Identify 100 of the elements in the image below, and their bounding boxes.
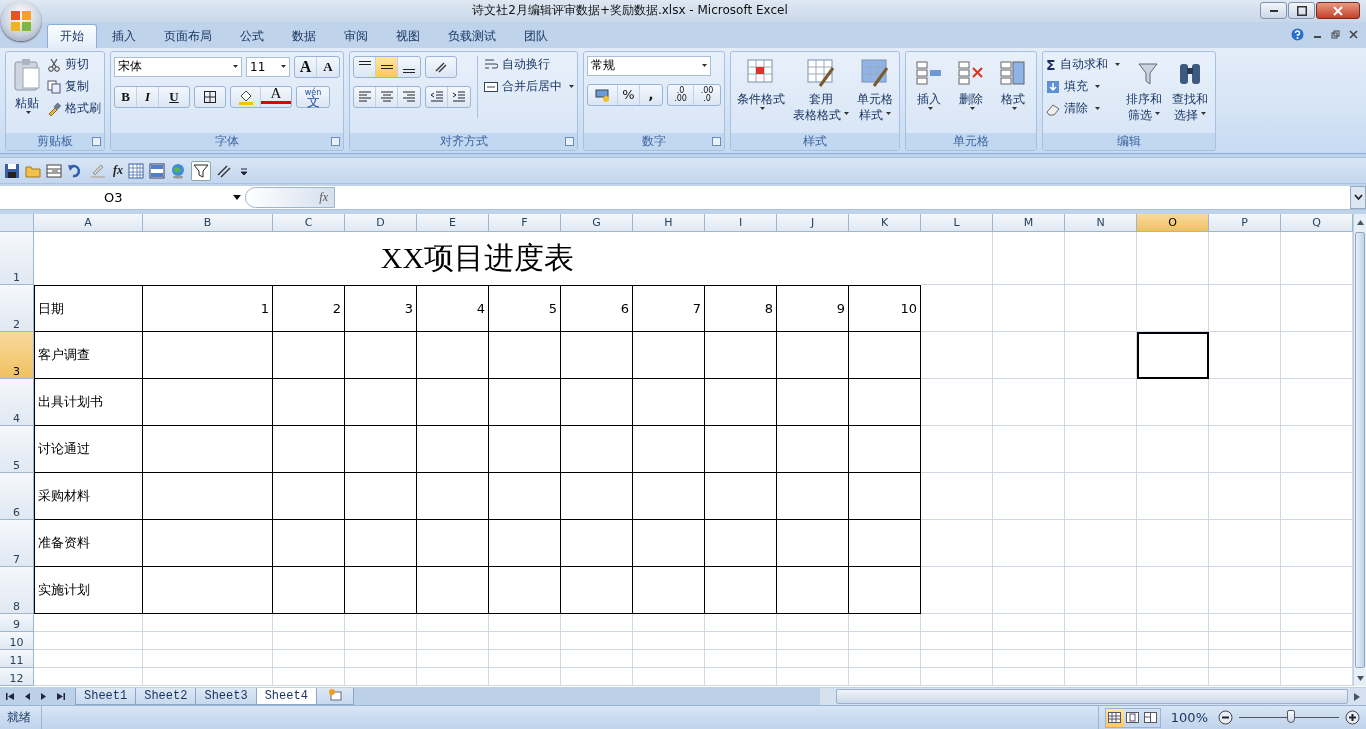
column-header[interactable]: G	[561, 214, 633, 233]
close-button[interactable]	[1316, 2, 1360, 20]
scroll-right-icon[interactable]	[1354, 692, 1360, 701]
customize-icon[interactable]	[239, 165, 249, 176]
row-header[interactable]: 5	[0, 426, 34, 474]
copy-button[interactable]: 复制	[47, 77, 101, 96]
column-header[interactable]: K	[849, 214, 921, 233]
name-box[interactable]: O3	[0, 186, 245, 210]
row-header[interactable]: 7	[0, 520, 34, 568]
paste-button[interactable]: 粘贴	[9, 55, 45, 119]
ribbon-tab[interactable]: 页面布局	[151, 23, 225, 48]
zoom-out-icon[interactable]	[1218, 710, 1233, 725]
insert-function-button[interactable]: fx	[245, 187, 335, 209]
row-header[interactable]: 2	[0, 285, 34, 333]
first-sheet-icon[interactable]	[6, 691, 15, 701]
font-name-field[interactable]: 宋体	[114, 56, 242, 77]
row-header[interactable]: 3	[0, 332, 34, 380]
sort-filter-button[interactable]: 排序和 筛选	[1121, 55, 1166, 125]
zoom-slider-thumb[interactable]	[1287, 710, 1295, 723]
font-size-field[interactable]: 11	[246, 56, 290, 77]
zoom-level[interactable]: 100%	[1170, 710, 1208, 725]
office-button[interactable]	[1, 1, 41, 41]
vertical-scrollbar[interactable]	[1353, 214, 1366, 687]
column-header[interactable]: M	[993, 214, 1065, 233]
save-icon[interactable]	[4, 162, 20, 179]
close-icon[interactable]	[1349, 30, 1358, 40]
insert-sheet-button[interactable]	[315, 688, 354, 705]
underline-button[interactable]: U	[159, 86, 189, 107]
grow-font-button[interactable]: A	[295, 56, 317, 77]
column-header[interactable]: O	[1137, 214, 1209, 233]
filter-icon[interactable]	[191, 160, 211, 181]
dialog-launcher-icon[interactable]	[331, 136, 340, 146]
number-format-field[interactable]: 常规	[587, 55, 711, 76]
fill-button[interactable]: 填充	[1046, 77, 1120, 96]
minimize-button[interactable]	[1260, 2, 1287, 20]
row-header[interactable]: 1	[0, 232, 34, 286]
comma-button[interactable]: ,	[640, 84, 662, 105]
next-sheet-icon[interactable]	[40, 691, 47, 701]
cell-button[interactable]: 删除	[951, 55, 991, 115]
dialog-launcher-icon[interactable]	[712, 136, 721, 146]
borders-button[interactable]	[194, 85, 226, 108]
autosum-button[interactable]: Σ 自动求和	[1046, 55, 1120, 74]
row-header[interactable]: 11	[0, 650, 34, 669]
expand-formula-button[interactable]	[1350, 186, 1366, 210]
row-header[interactable]: 12	[0, 668, 34, 687]
sheet-tab[interactable]: Sheet4	[255, 688, 317, 705]
vertical-align-button[interactable]	[376, 56, 398, 77]
column-header[interactable]: J	[777, 214, 849, 233]
row-header[interactable]: 10	[0, 632, 34, 651]
globe-icon[interactable]	[170, 162, 186, 179]
ribbon-tab[interactable]: 团队	[511, 23, 561, 48]
row-header[interactable]: 9	[0, 614, 34, 633]
ribbon-tab[interactable]: 负载测试	[435, 23, 509, 48]
column-header[interactable]: F	[489, 214, 561, 233]
column-header[interactable]: N	[1065, 214, 1137, 233]
ribbon-tab[interactable]: 视图	[383, 23, 433, 48]
ribbon-tab[interactable]: 数据	[279, 23, 329, 48]
cell-button[interactable]: 格式	[993, 55, 1033, 115]
ribbon-tab[interactable]: 插入	[99, 23, 149, 48]
zoom-in-icon[interactable]	[1345, 710, 1360, 725]
insert-function-button[interactable]: fx	[113, 163, 123, 179]
column-header[interactable]: B	[143, 214, 273, 233]
dialog-launcher-icon[interactable]	[565, 136, 574, 146]
column-header[interactable]: P	[1209, 214, 1281, 233]
shrink-font-button[interactable]: A	[317, 56, 339, 77]
orientation-button[interactable]	[425, 55, 457, 78]
column-header[interactable]: E	[417, 214, 489, 233]
horizontal-scrollbar[interactable]	[820, 688, 1366, 705]
column-header[interactable]: L	[921, 214, 993, 233]
ribbon-tab[interactable]: 审阅	[331, 23, 381, 48]
font-color-button[interactable]: A	[261, 86, 291, 104]
column-header[interactable]: Q	[1281, 214, 1353, 233]
style-button[interactable]: 单元格 样式	[854, 55, 896, 125]
cut-button[interactable]: 剪切	[47, 55, 101, 74]
dialog-launcher-icon[interactable]	[92, 136, 101, 146]
row-header[interactable]: 6	[0, 473, 34, 521]
column-header[interactable]: C	[273, 214, 345, 233]
ribbon-tab[interactable]: 公式	[227, 23, 277, 48]
increase-decimal-button[interactable]: .0 .00	[668, 84, 694, 105]
cell-button[interactable]: 插入	[909, 55, 949, 115]
scroll-thumb[interactable]	[1355, 232, 1365, 669]
format-painter-button[interactable]: 格式刷	[47, 99, 101, 118]
previous-sheet-icon[interactable]	[24, 691, 31, 701]
style-button[interactable]: 条件格式	[734, 55, 788, 115]
italic-button[interactable]: I	[137, 86, 159, 107]
sheet-tab[interactable]: Sheet3	[195, 688, 257, 705]
scroll-thumb[interactable]	[836, 689, 1348, 704]
form-icon[interactable]	[46, 162, 62, 179]
row-header[interactable]: 8	[0, 567, 34, 615]
bold-button[interactable]: B	[115, 86, 137, 107]
phonetic-button[interactable]: wén 文	[297, 86, 329, 107]
percent-button[interactable]: %	[618, 84, 640, 105]
find-select-button[interactable]: 查找和 选择	[1167, 55, 1212, 125]
last-sheet-icon[interactable]	[56, 691, 65, 701]
grid-icon[interactable]	[128, 162, 144, 179]
row-header[interactable]: 4	[0, 379, 34, 427]
wrap-text-button[interactable]: 自动换行	[484, 55, 574, 74]
help-icon[interactable]	[1291, 28, 1304, 42]
sheet-tab[interactable]: Sheet2	[135, 688, 197, 705]
merge-center-button[interactable]: 合并后居中	[484, 77, 574, 96]
